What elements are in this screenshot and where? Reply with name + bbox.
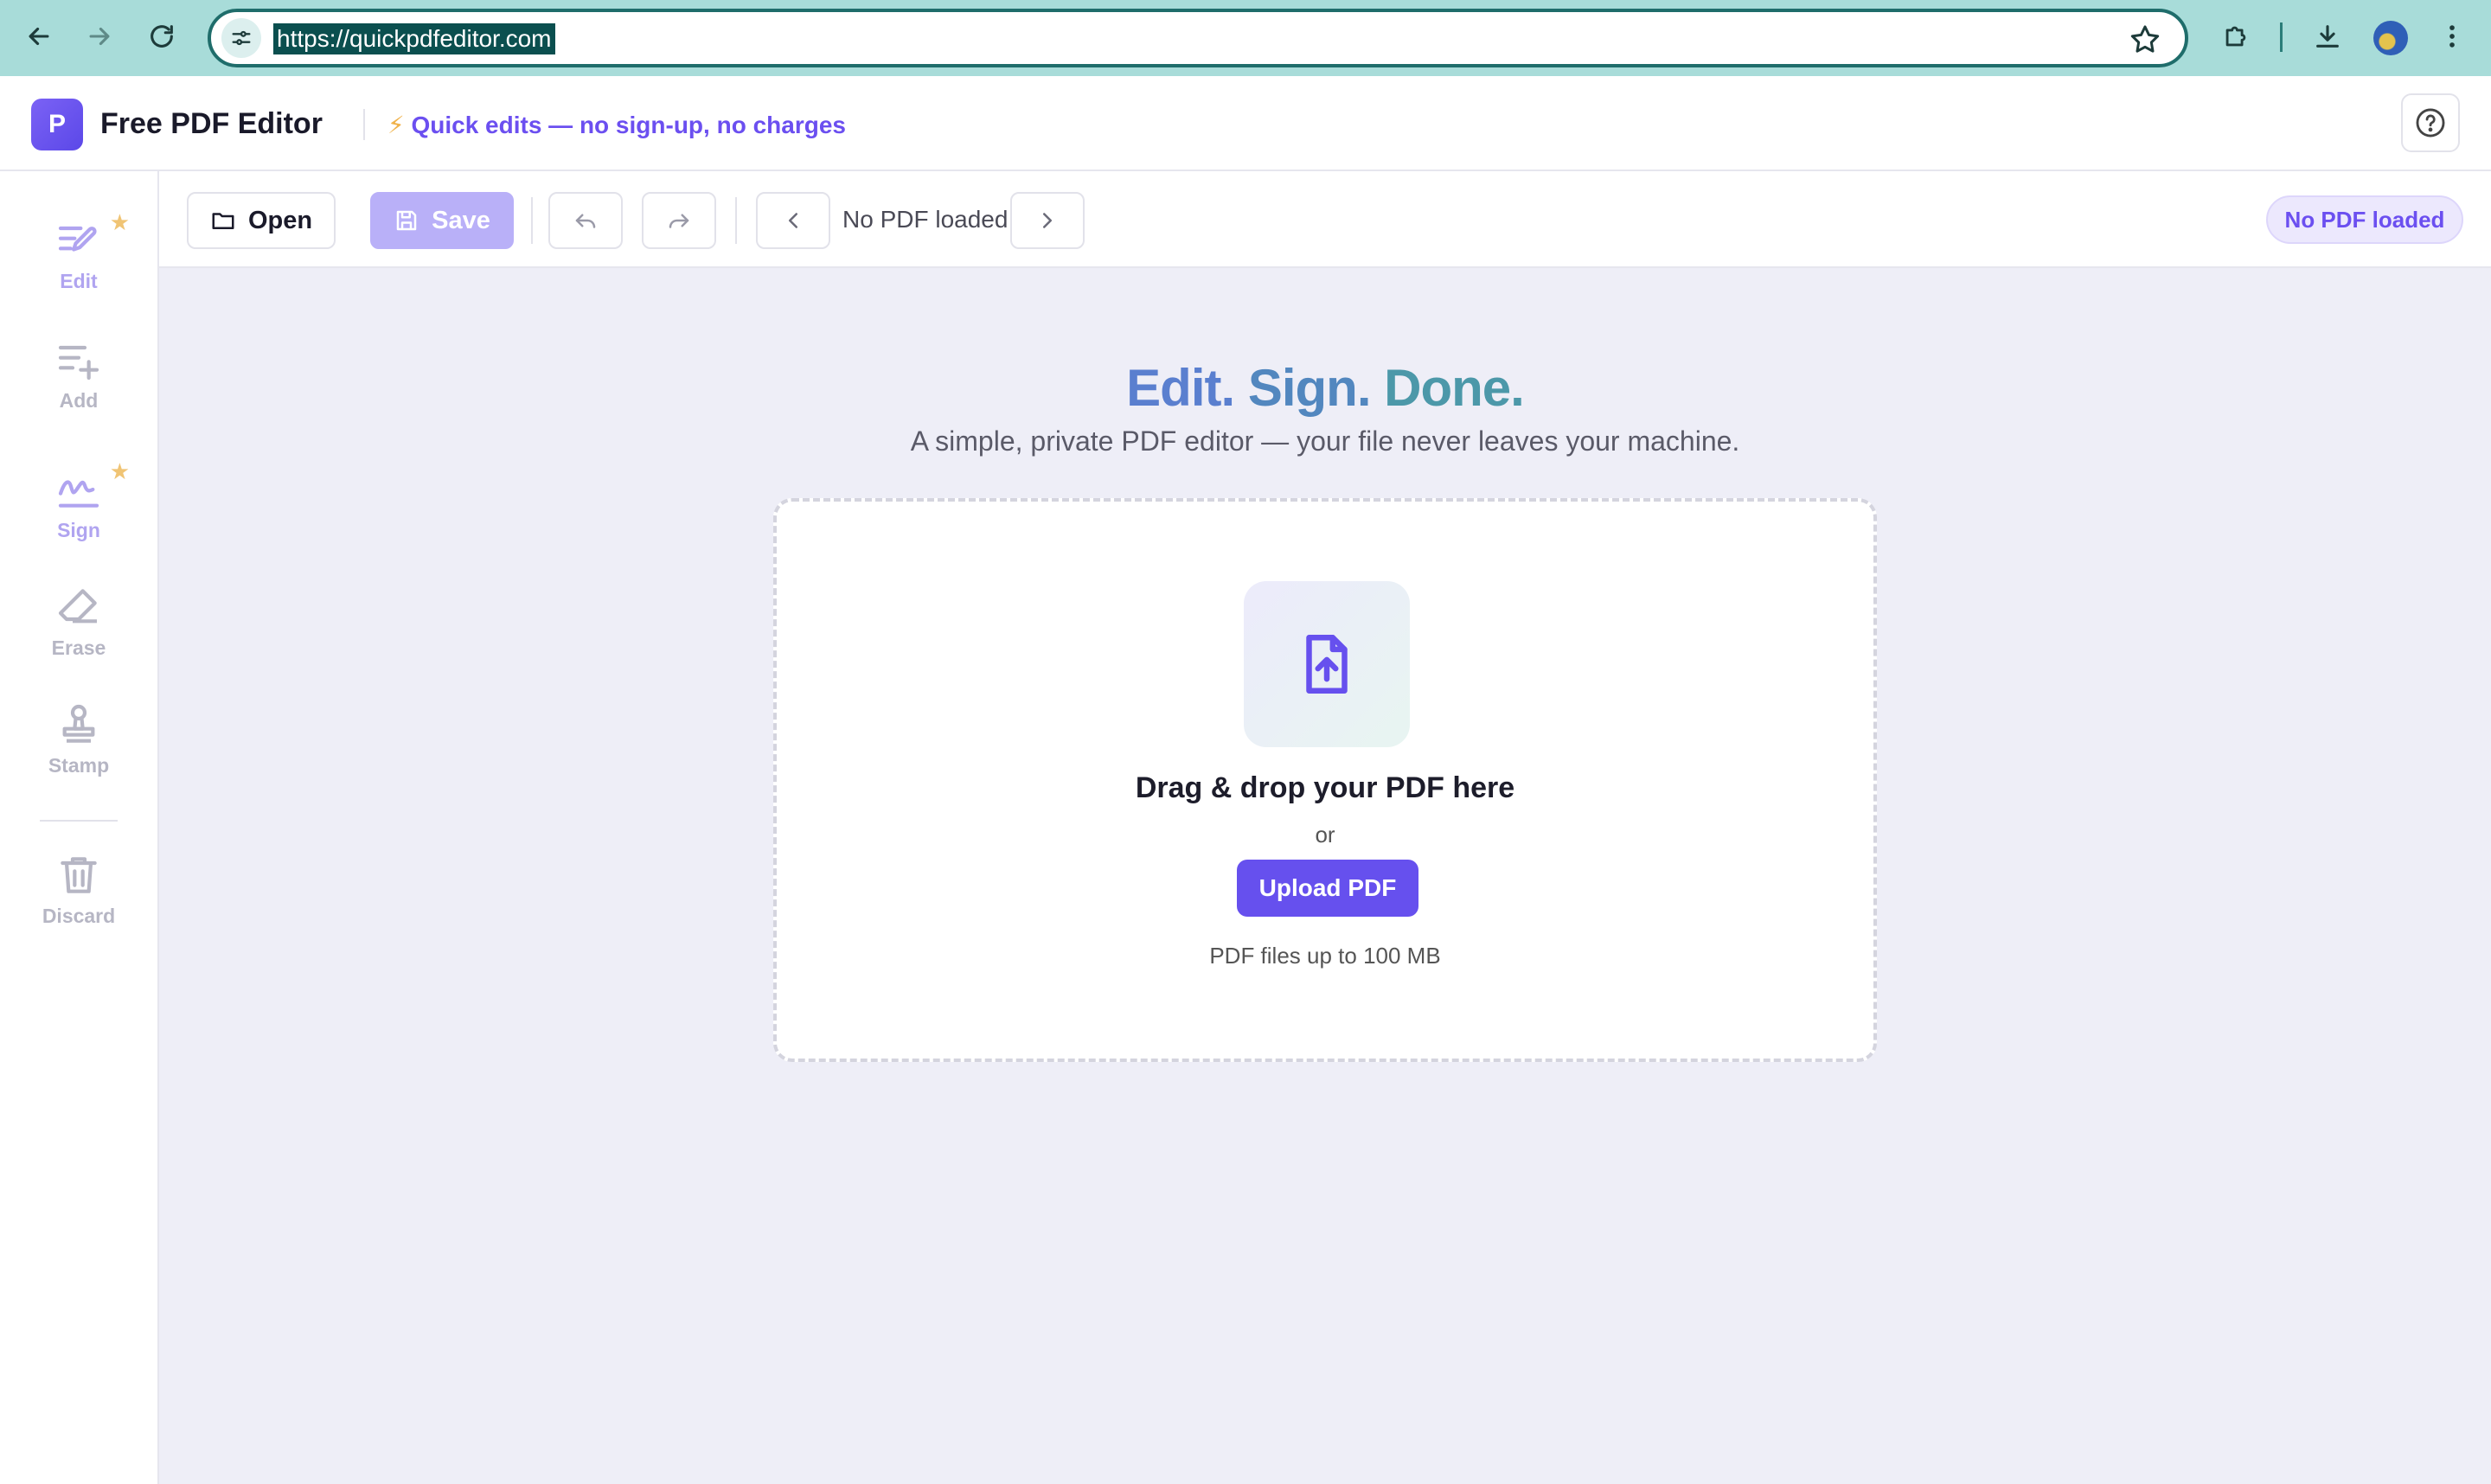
bookmark-star-icon[interactable] [2128,22,2162,57]
reload-icon [150,25,173,48]
hero-title-done: Done. [1384,359,1525,417]
tool-erase[interactable]: Erase [0,583,157,687]
page-indicator: No PDF loaded [842,206,1009,233]
trash-icon [61,857,97,893]
redo-icon [669,214,689,228]
header-divider [363,109,365,140]
tool-label: Erase [51,636,106,659]
dropzone-title: Drag & drop your PDF here [1135,771,1515,804]
file-upload-icon [1306,635,1348,694]
url-text[interactable]: https://quickpdfeditor.com [273,23,555,54]
arrow-left-icon [29,27,49,46]
forward-button[interactable] [78,15,121,58]
extensions-button[interactable] [2214,15,2257,58]
app-header: P Free PDF Editor ⚡ Quick edits — no sig… [0,76,2491,171]
puzzle-icon [2225,26,2246,47]
status-badge: No PDF loaded [2266,195,2463,244]
tool-label: Discard [42,905,116,927]
kebab-menu-icon [2449,25,2455,48]
lightning-icon: ⚡ [387,112,405,138]
hero-title: Edit. Sign. Done. [0,358,2491,418]
file-size-note: PDF files up to 100 MB [1209,943,1441,969]
profile-avatar[interactable] [2373,21,2408,55]
save-label: Save [432,206,490,234]
address-bar[interactable]: https://quickpdfeditor.com [208,9,2188,67]
tool-label: Stamp [48,754,110,777]
next-page-button[interactable] [1010,192,1085,249]
app-name: Free PDF Editor [100,107,323,140]
open-label: Open [247,206,313,234]
star-badge-icon: ★ [109,209,130,235]
save-button[interactable]: Save [370,192,514,249]
edit-icon [58,226,97,252]
help-button[interactable] [2401,93,2460,152]
tool-stamp[interactable]: Stamp [0,700,157,804]
browser-menu-button[interactable] [2430,15,2474,58]
eraser-icon [58,589,97,624]
downloads-button[interactable] [2306,15,2349,58]
help-icon [2416,108,2445,138]
tool-label: Edit [60,270,98,292]
save-icon [396,210,417,231]
download-icon [2316,25,2339,48]
undo-button[interactable] [548,192,623,249]
upload-pdf-button[interactable]: Upload PDF [1237,860,1418,917]
tagline: ⚡ Quick edits — no sign-up, no charges [387,111,846,139]
pdf-dropzone[interactable]: Drag & drop your PDF here or Upload PDF … [773,498,1877,1062]
reload-button[interactable] [140,15,183,58]
stamp-icon [62,704,95,743]
editor-toolbar: Open Save No PDF loaded No PDF loaded [159,171,2491,268]
redo-button[interactable] [642,192,716,249]
sign-icon [58,480,99,508]
hero-subtitle: A simple, private PDF editor — your file… [910,425,1740,457]
file-upload-tile [1244,581,1410,747]
site-info-icon[interactable] [221,18,261,58]
star-badge-icon: ★ [109,458,130,484]
arrow-right-icon [89,27,110,46]
chrome-divider [2280,22,2283,52]
folder-icon [212,213,234,229]
back-button[interactable] [17,15,61,58]
toolbar-divider [735,197,737,244]
hero-title-edit: Edit. [1126,359,1235,417]
toolbar-divider [531,197,533,244]
open-button[interactable]: Open [187,192,336,249]
tool-discard[interactable]: Discard [0,851,157,955]
tagline-text: Quick edits — no sign-up, no charges [411,112,846,138]
dropzone-or: or [1315,822,1335,848]
previous-page-button[interactable] [756,192,830,249]
chevron-right-icon [1043,213,1052,228]
browser-toolbar: https://quickpdfeditor.com [0,0,2491,76]
undo-icon [575,214,596,228]
tool-edit[interactable]: ★ Edit [0,209,157,320]
tool-label: Sign [57,519,100,541]
tool-sign[interactable]: ★ Sign [0,458,157,569]
chevron-left-icon [789,213,797,228]
app-logo: P [31,99,83,150]
hero-title-sign: Sign. [1247,359,1372,417]
sidebar-divider [40,820,118,822]
